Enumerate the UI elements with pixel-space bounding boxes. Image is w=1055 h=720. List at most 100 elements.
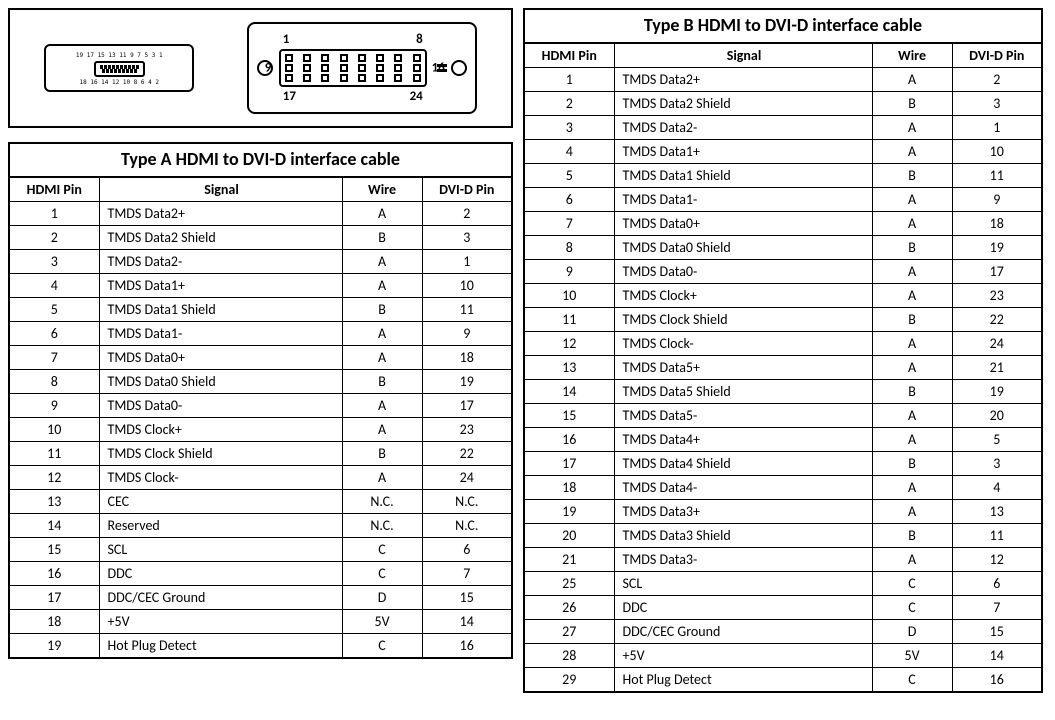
- cell-hdmi: 6: [524, 188, 614, 212]
- table-row: 2TMDS Data2 ShieldB3: [524, 92, 1042, 116]
- cell-hdmi: 17: [524, 452, 614, 476]
- cell-dvi: 16: [422, 634, 512, 659]
- cell-hdmi: 17: [9, 586, 99, 610]
- cell-hdmi: 10: [524, 284, 614, 308]
- cell-dvi: 24: [422, 466, 512, 490]
- cell-dvi: 2: [422, 202, 512, 226]
- cell-hdmi: 15: [9, 538, 99, 562]
- table-row: 3TMDS Data2-A1: [9, 250, 512, 274]
- cell-signal: TMDS Data0+: [614, 212, 872, 236]
- table-row: 8TMDS Data0 ShieldB19: [9, 370, 512, 394]
- cell-signal: TMDS Data3 Shield: [614, 524, 872, 548]
- table-row: 13CECN.C.N.C.: [9, 490, 512, 514]
- cell-dvi: N.C.: [422, 514, 512, 538]
- col-header-hdmi: HDMI Pin: [524, 43, 614, 68]
- table-row: 29Hot Plug DetectC16: [524, 668, 1042, 693]
- cell-signal: TMDS Data4-: [614, 476, 872, 500]
- cell-signal: +5V: [99, 610, 342, 634]
- hdmi-connector-icon: 19 17 15 13 11 9 7 5 3 1 18 16 14 12 10 …: [44, 44, 194, 92]
- dvi-label: 24: [410, 89, 423, 104]
- table-row: 11TMDS Clock ShieldB22: [9, 442, 512, 466]
- cell-dvi: 2: [952, 68, 1042, 92]
- cell-wire: B: [872, 164, 952, 188]
- table-row: 9TMDS Data0-A17: [9, 394, 512, 418]
- table-row: 19TMDS Data3+A13: [524, 500, 1042, 524]
- table-row: 7TMDS Data0+A18: [524, 212, 1042, 236]
- cell-signal: TMDS Data5+: [614, 356, 872, 380]
- cell-signal: TMDS Clock-: [99, 466, 342, 490]
- cell-hdmi: 5: [524, 164, 614, 188]
- cell-wire: A: [872, 332, 952, 356]
- cell-hdmi: 2: [9, 226, 99, 250]
- col-header-signal: Signal: [614, 43, 872, 68]
- cell-wire: B: [872, 308, 952, 332]
- table-row: 26DDCC7: [524, 596, 1042, 620]
- table-row: 17DDC/CEC GroundD15: [9, 586, 512, 610]
- cell-wire: A: [872, 428, 952, 452]
- type-a-table: Type A HDMI to DVI-D interface cable HDM…: [8, 142, 513, 659]
- cell-dvi: 22: [422, 442, 512, 466]
- cell-hdmi: 27: [524, 620, 614, 644]
- cell-signal: TMDS Data5 Shield: [614, 380, 872, 404]
- cell-signal: TMDS Data0 Shield: [614, 236, 872, 260]
- cell-signal: TMDS Data2-: [99, 250, 342, 274]
- table-row: 4TMDS Data1+A10: [524, 140, 1042, 164]
- table-row: 20TMDS Data3 ShieldB11: [524, 524, 1042, 548]
- cell-signal: TMDS Data2-: [614, 116, 872, 140]
- table-row: 14TMDS Data5 ShieldB19: [524, 380, 1042, 404]
- cell-wire: 5V: [342, 610, 422, 634]
- cell-signal: DDC/CEC Ground: [99, 586, 342, 610]
- cell-wire: B: [342, 442, 422, 466]
- cell-signal: SCL: [614, 572, 872, 596]
- cell-dvi: 23: [952, 284, 1042, 308]
- cell-hdmi: 16: [524, 428, 614, 452]
- table-row: 13TMDS Data5+A21: [524, 356, 1042, 380]
- col-header-wire: Wire: [872, 43, 952, 68]
- cell-dvi: 16: [952, 668, 1042, 693]
- cell-hdmi: 18: [524, 476, 614, 500]
- left-column: 19 17 15 13 11 9 7 5 3 1 18 16 14 12 10 …: [8, 8, 513, 659]
- cell-wire: B: [872, 380, 952, 404]
- cell-hdmi: 28: [524, 644, 614, 668]
- cell-hdmi: 18: [9, 610, 99, 634]
- table-row: 17TMDS Data4 ShieldB3: [524, 452, 1042, 476]
- cell-dvi: 5: [952, 428, 1042, 452]
- cell-hdmi: 3: [9, 250, 99, 274]
- cell-hdmi: 26: [524, 596, 614, 620]
- cell-signal: TMDS Clock Shield: [99, 442, 342, 466]
- cell-dvi: 14: [422, 610, 512, 634]
- cell-dvi: 3: [952, 452, 1042, 476]
- table-row: 1TMDS Data2+A2: [524, 68, 1042, 92]
- cell-wire: A: [872, 404, 952, 428]
- cell-wire: A: [872, 284, 952, 308]
- cell-hdmi: 12: [524, 332, 614, 356]
- cell-signal: TMDS Data2+: [614, 68, 872, 92]
- table-row: 7TMDS Data0+A18: [9, 346, 512, 370]
- connector-diagram-box: 19 17 15 13 11 9 7 5 3 1 18 16 14 12 10 …: [8, 8, 513, 128]
- table-row: 28+5V5V14: [524, 644, 1042, 668]
- table-row: 6TMDS Data1-A9: [9, 322, 512, 346]
- cell-signal: TMDS Data1+: [99, 274, 342, 298]
- cell-signal: Hot Plug Detect: [99, 634, 342, 659]
- table-row: 3TMDS Data2-A1: [524, 116, 1042, 140]
- cell-hdmi: 13: [524, 356, 614, 380]
- cell-signal: TMDS Data2 Shield: [99, 226, 342, 250]
- cell-signal: CEC: [99, 490, 342, 514]
- cell-hdmi: 25: [524, 572, 614, 596]
- cell-dvi: 4: [952, 476, 1042, 500]
- cell-signal: TMDS Data0-: [99, 394, 342, 418]
- cell-wire: B: [342, 370, 422, 394]
- cell-signal: +5V: [614, 644, 872, 668]
- table-row: 6TMDS Data1-A9: [524, 188, 1042, 212]
- cell-wire: N.C.: [342, 514, 422, 538]
- cell-hdmi: 2: [524, 92, 614, 116]
- hdmi-pin-block: [94, 61, 145, 77]
- cell-signal: TMDS Data1+: [614, 140, 872, 164]
- dvi-connector-icon: 1 8 9 16 17 24: [247, 22, 477, 114]
- cell-wire: A: [872, 212, 952, 236]
- cell-wire: A: [342, 322, 422, 346]
- cell-signal: TMDS Data4+: [614, 428, 872, 452]
- cell-wire: C: [872, 572, 952, 596]
- cell-dvi: 12: [952, 548, 1042, 572]
- cell-dvi: 7: [422, 562, 512, 586]
